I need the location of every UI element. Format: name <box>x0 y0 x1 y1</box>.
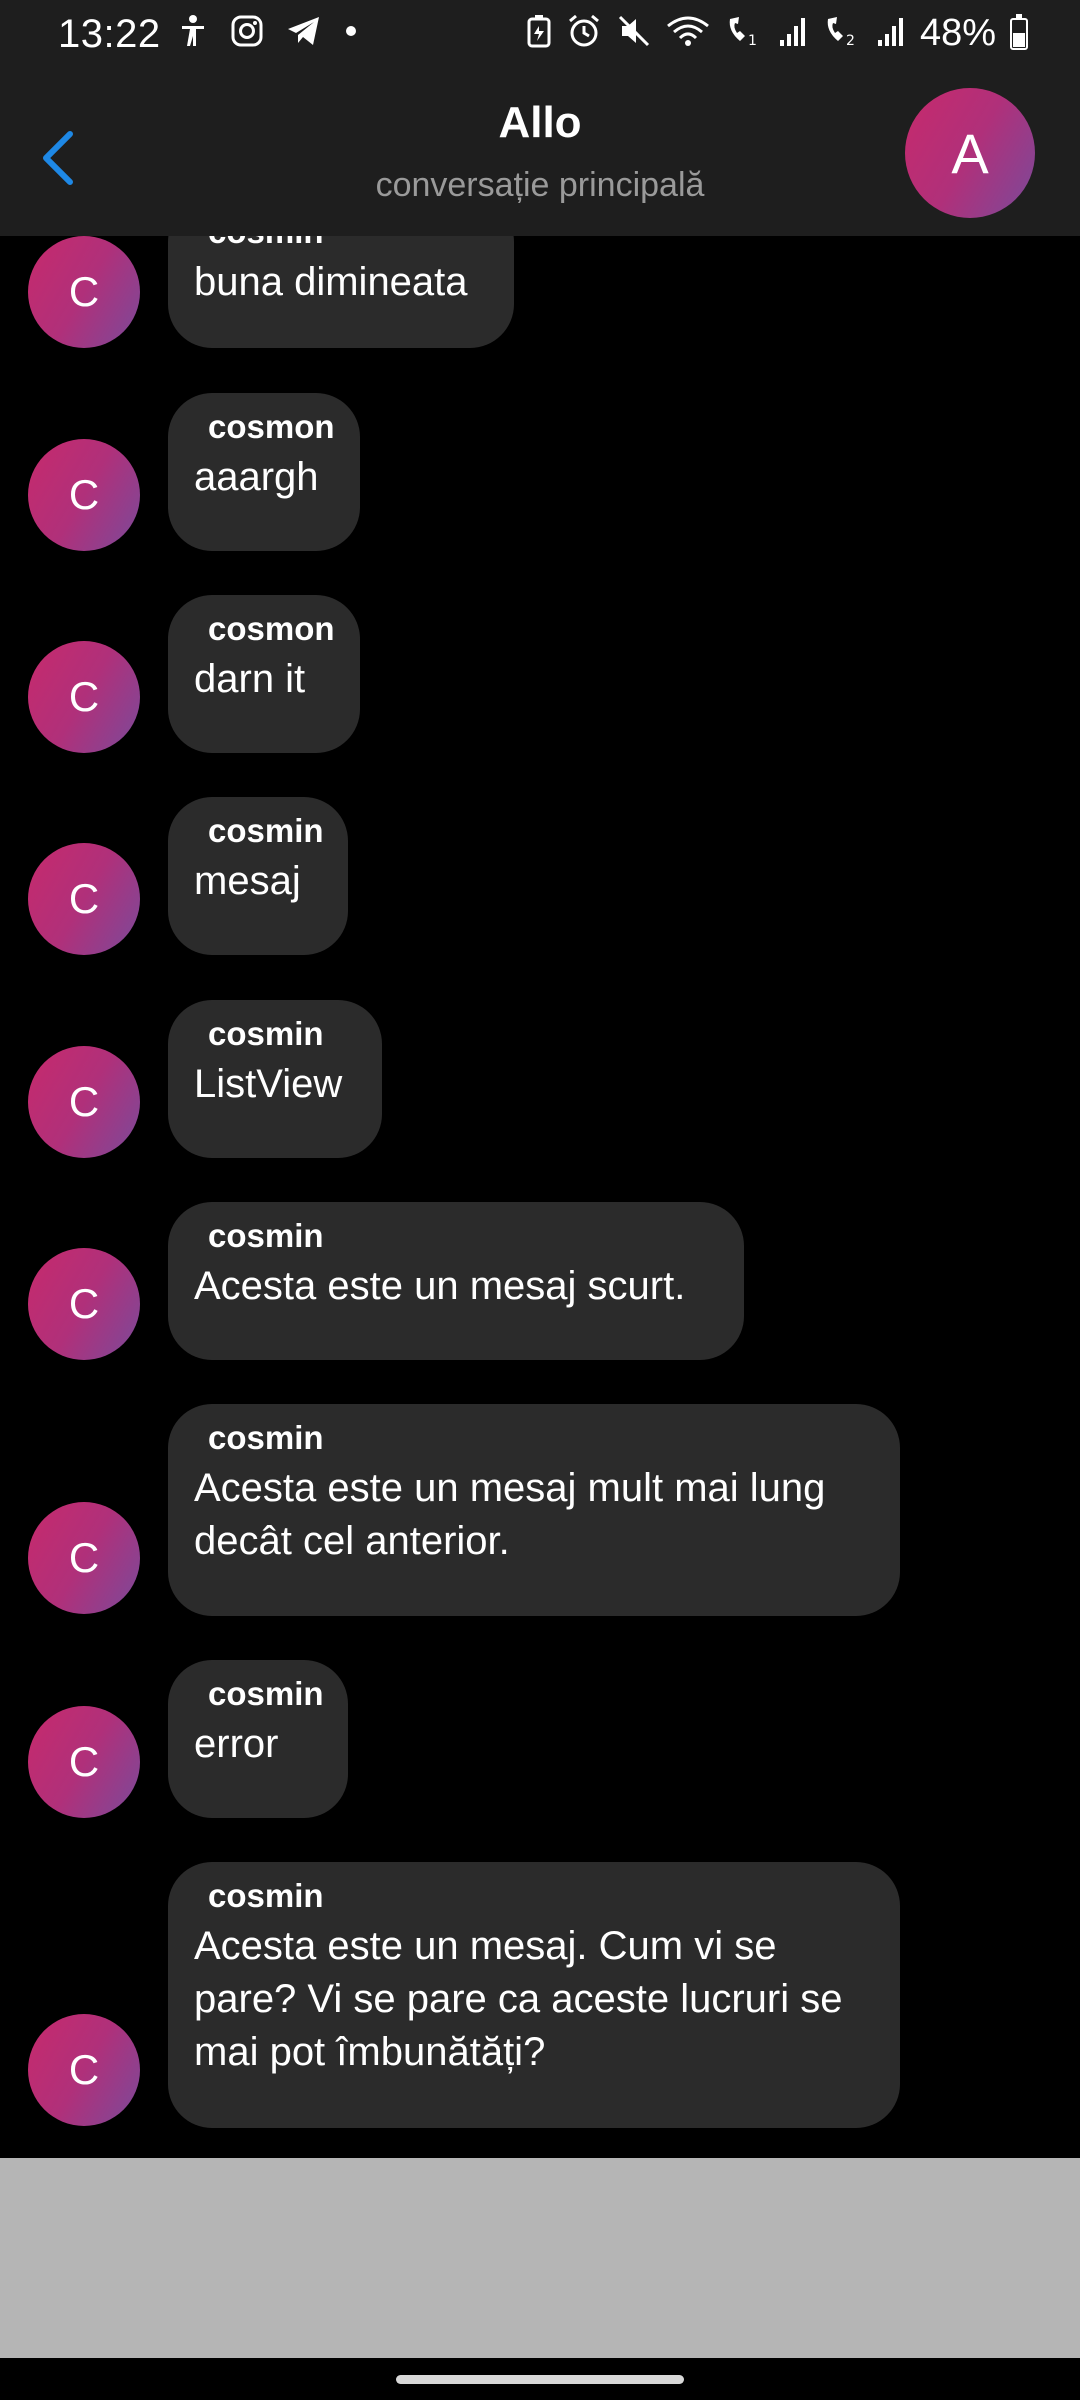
message-bubble[interactable]: cosmin ListView <box>168 1000 382 1158</box>
message-text: Acesta este un mesaj. Cum vi se pare? Vi… <box>194 1924 843 2074</box>
volte-2-icon: 2 <box>822 13 862 54</box>
battery-fill <box>1013 33 1025 47</box>
message-list[interactable]: C cosmin buna dimineata C cosmon aaargh … <box>0 236 1080 2158</box>
volte-1-icon: 1 <box>724 13 764 54</box>
message-sender: cosmin <box>208 1217 324 1254</box>
message-bubble[interactable]: cosmin buna dimineata <box>168 236 514 348</box>
message-sender: cosmin <box>208 1675 324 1712</box>
status-bar: 13:22 1 2 48% <box>0 0 1080 68</box>
chat-header: Allo conversație principală A <box>0 68 1080 236</box>
message-bubble[interactable]: cosmin Acesta este un mesaj scurt. <box>168 1202 744 1360</box>
message-sender: cosmon <box>208 408 335 445</box>
screen: 13:22 1 2 48% Allo conversație principal… <box>0 0 1080 2400</box>
message-text: mesaj <box>194 859 301 903</box>
status-time: 13:22 <box>58 12 161 56</box>
sender-avatar[interactable]: C <box>28 843 140 955</box>
alarm-icon <box>566 13 602 54</box>
navigation-bar <box>0 2358 1080 2400</box>
sender-avatar[interactable]: C <box>28 1706 140 1818</box>
notification-icons <box>178 14 358 53</box>
message-sender: cosmin <box>208 812 324 849</box>
message-sender: cosmin <box>208 1419 324 1456</box>
svg-text:2: 2 <box>846 33 855 49</box>
sender-avatar[interactable]: C <box>28 2014 140 2126</box>
message-bubble[interactable]: cosmin Acesta este un mesaj mult mai lun… <box>168 1404 900 1616</box>
message-bubble[interactable]: cosmon darn it <box>168 595 360 753</box>
message-text: Acesta este un mesaj scurt. <box>194 1264 686 1308</box>
dot-icon <box>344 24 358 43</box>
battery-saver-icon <box>526 14 552 53</box>
wifi-icon <box>666 14 710 53</box>
message-sender: cosmin <box>208 1877 324 1914</box>
sender-avatar[interactable]: C <box>28 641 140 753</box>
accessibility-icon <box>178 14 208 53</box>
message-text: Acesta este un mesaj mult mai lung decât… <box>194 1466 826 1563</box>
message-bubble[interactable]: cosmon aaargh <box>168 393 360 551</box>
message-sender: cosmon <box>208 610 335 647</box>
input-area[interactable] <box>0 2158 1080 2358</box>
message-sender: cosmin <box>208 1015 324 1052</box>
message-text: buna dimineata <box>194 260 468 304</box>
message-bubble[interactable]: cosmin mesaj <box>168 797 348 955</box>
sender-avatar[interactable]: C <box>28 439 140 551</box>
message-text: ListView <box>194 1062 343 1106</box>
mute-icon <box>616 13 652 54</box>
sender-avatar[interactable]: C <box>28 1248 140 1360</box>
sender-avatar[interactable]: C <box>28 236 140 348</box>
battery-icon <box>1010 13 1028 50</box>
message-text: darn it <box>194 657 306 701</box>
profile-avatar[interactable]: A <box>905 88 1035 218</box>
signal-2-icon <box>876 14 906 53</box>
system-icons: 1 2 48% <box>526 12 1028 55</box>
telegram-icon <box>286 15 322 52</box>
message-bubble[interactable]: cosmin Acesta este un mesaj. Cum vi se p… <box>168 1862 900 2128</box>
sender-avatar[interactable]: C <box>28 1046 140 1158</box>
signal-1-icon <box>778 14 808 53</box>
svg-text:1: 1 <box>748 33 757 49</box>
home-handle[interactable] <box>396 2375 684 2384</box>
battery-percent: 48% <box>919 12 996 54</box>
instagram-icon <box>230 14 264 53</box>
sender-avatar[interactable]: C <box>28 1502 140 1614</box>
message-text: error <box>194 1722 279 1766</box>
message-bubble[interactable]: cosmin error <box>168 1660 348 1818</box>
message-sender: cosmin <box>208 236 486 254</box>
message-text: aaargh <box>194 455 319 499</box>
